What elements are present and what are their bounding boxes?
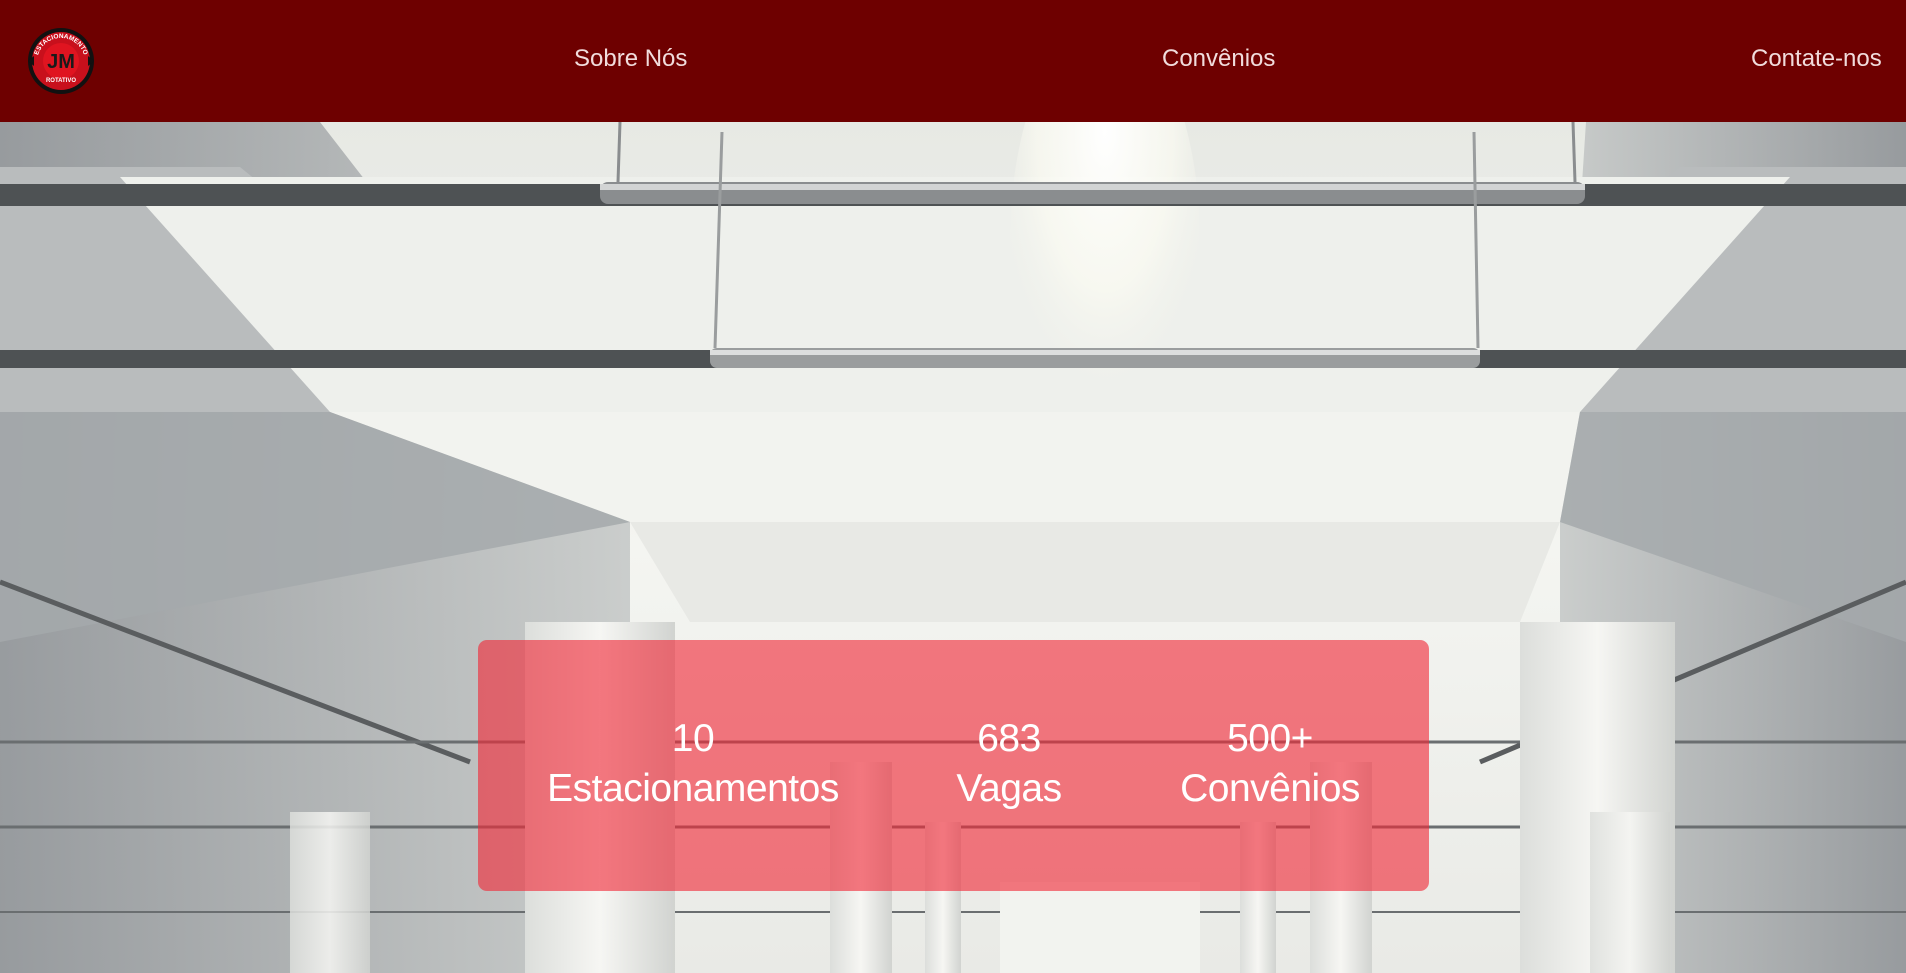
stat-number: 500+: [1227, 717, 1313, 760]
brand-logo-icon[interactable]: ESTACIONAMENTO JM ROTATIVO: [24, 26, 98, 96]
stat-number: 683: [977, 717, 1041, 760]
nav-link-convenios[interactable]: Convênios: [1162, 45, 1275, 73]
nav-link-contate-nos[interactable]: Contate-nos: [1751, 45, 1882, 73]
stat-estacionamentos: 10 Estacionamentos: [547, 714, 839, 814]
logo-initials: JM: [47, 51, 75, 73]
stat-convenios: 500+ Convênios: [1180, 714, 1360, 814]
stat-label: Vagas: [956, 767, 1062, 810]
stats-panel: 10 Estacionamentos 683 Vagas 500+ Convên…: [478, 640, 1429, 891]
nav-link-sobre-nos[interactable]: Sobre Nós: [574, 45, 687, 73]
stat-vagas: 683 Vagas: [956, 714, 1062, 814]
stat-number: 10: [671, 717, 715, 760]
stat-label: Convênios: [1180, 767, 1360, 810]
stat-label: Estacionamentos: [547, 767, 839, 810]
logo-bottom-text: ROTATIVO: [46, 78, 76, 84]
top-navbar: ESTACIONAMENTO JM ROTATIVO Sobre Nós Con…: [0, 0, 1906, 122]
